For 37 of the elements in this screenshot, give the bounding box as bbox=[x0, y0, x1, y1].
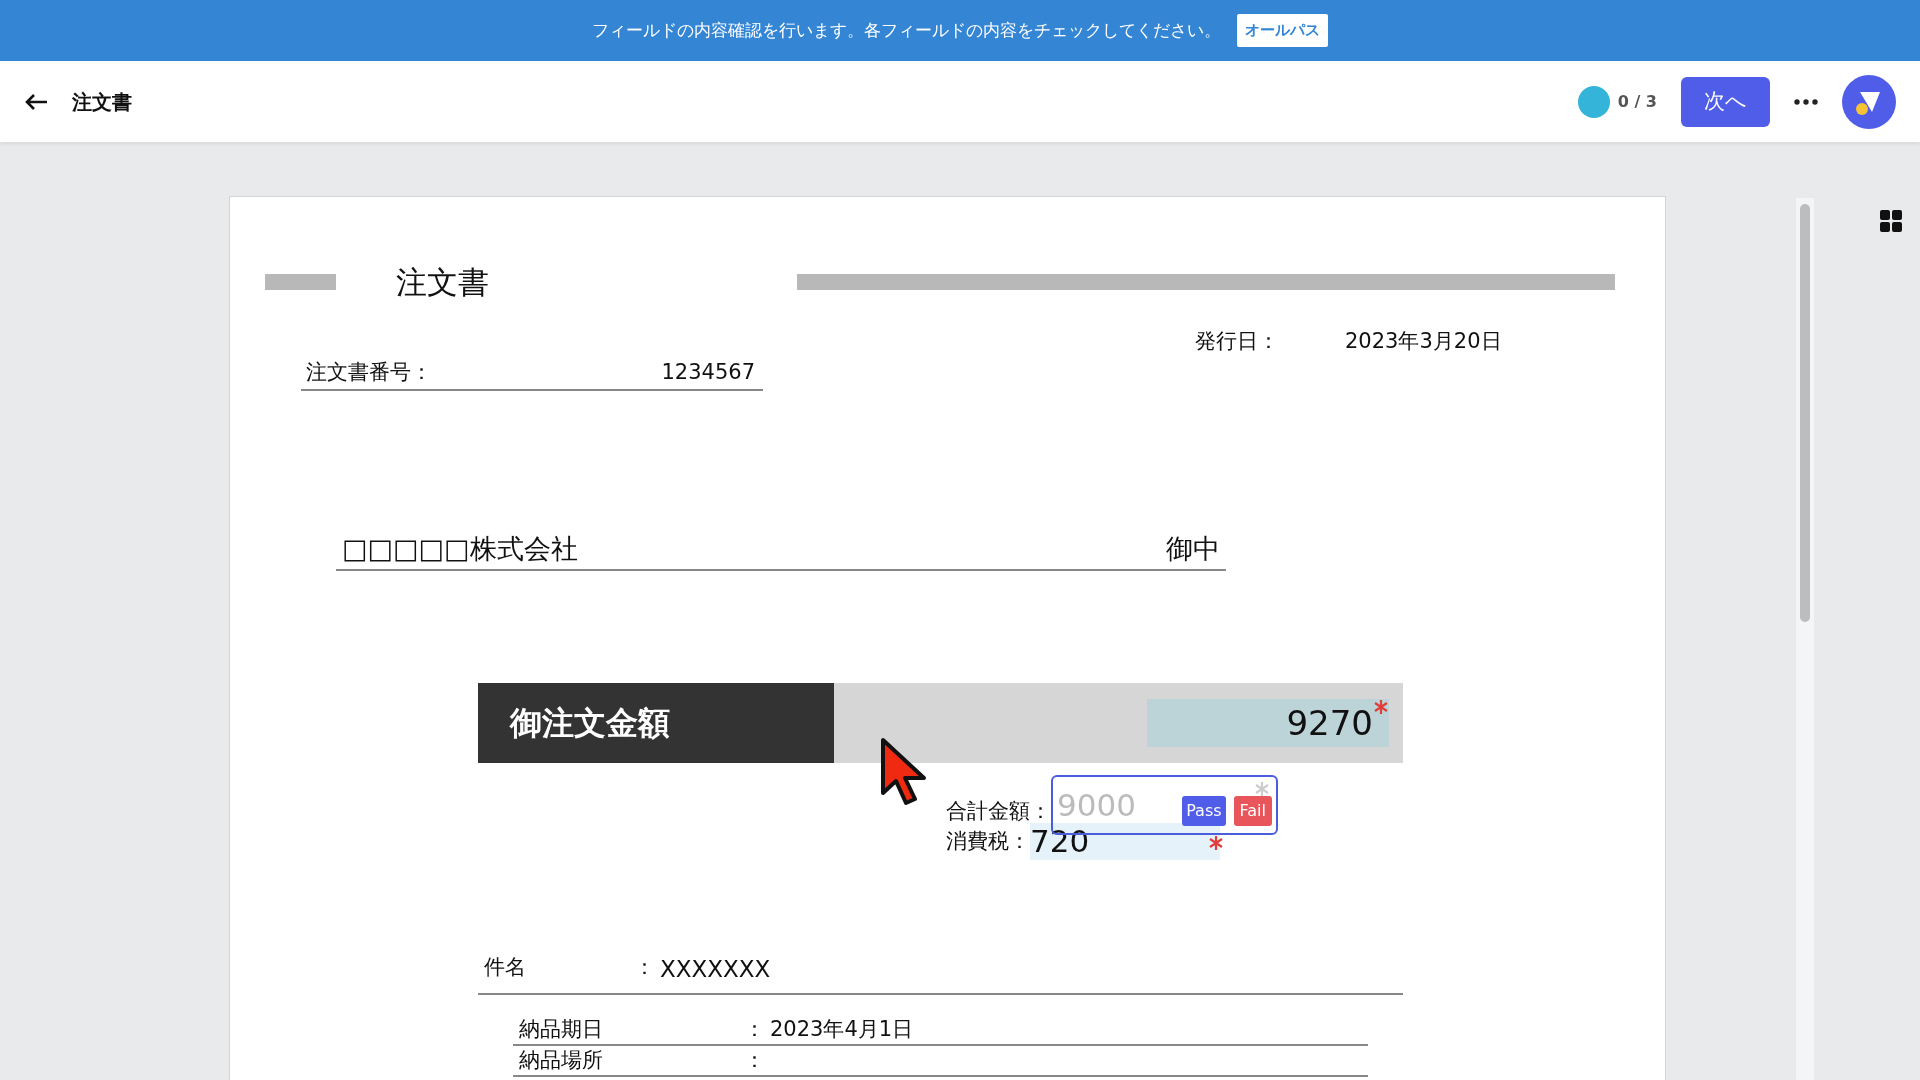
grid-icon[interactable] bbox=[1880, 210, 1902, 232]
field-label: 納品期日 bbox=[519, 1015, 604, 1043]
amount-label: 御注文金額 bbox=[478, 683, 834, 763]
issue-date: 2023年3月20日 bbox=[1345, 327, 1502, 355]
next-button[interactable]: 次へ bbox=[1681, 76, 1770, 127]
field-label: 納品場所 bbox=[519, 1047, 604, 1075]
honorific: 御中 bbox=[1166, 531, 1220, 566]
all-pass-button[interactable]: オールパス bbox=[1237, 14, 1328, 47]
banner-message: フィールドの内容確認を行います。各フィールドの内容をチェックしてください。 bbox=[592, 18, 1221, 42]
asterisk-icon bbox=[1373, 699, 1389, 715]
scrollbar-thumb[interactable] bbox=[1800, 204, 1810, 622]
more-icon[interactable] bbox=[1794, 98, 1818, 105]
header-bar bbox=[265, 274, 336, 291]
order-number-label: 注文書番号： bbox=[306, 359, 432, 386]
progress-dot bbox=[1577, 85, 1610, 118]
amount-value: 9270 bbox=[1286, 701, 1373, 745]
field-label: 件名 bbox=[484, 954, 527, 982]
recipient-name: □□□□□株式会社 bbox=[342, 531, 578, 566]
progress-count: 0 / 3 bbox=[1617, 90, 1657, 113]
asterisk-icon bbox=[1254, 781, 1270, 797]
field-colon: ： bbox=[744, 1047, 766, 1075]
subtotal-label: 合計金額： bbox=[946, 798, 1051, 826]
order-number: 1234567 bbox=[661, 359, 755, 386]
page-title: 注文書 bbox=[72, 88, 132, 116]
pass-button[interactable]: Pass bbox=[1182, 796, 1226, 826]
fail-button[interactable]: Fail bbox=[1233, 796, 1272, 826]
field-colon: ： bbox=[634, 954, 656, 982]
asterisk-icon bbox=[1208, 835, 1224, 851]
document-title: 注文書 bbox=[396, 263, 489, 302]
field-colon: ： bbox=[744, 1015, 766, 1043]
field-value: XXXXXXX bbox=[660, 955, 771, 985]
field-value: 2023年4月1日 bbox=[770, 1015, 914, 1043]
tax-label: 消費税： bbox=[946, 827, 1030, 855]
issue-date-label: 発行日： bbox=[1195, 327, 1280, 355]
logo-avatar-icon[interactable] bbox=[1842, 74, 1896, 129]
back-arrow-icon[interactable] bbox=[24, 92, 48, 111]
scrollbar-track[interactable] bbox=[1796, 198, 1814, 1080]
